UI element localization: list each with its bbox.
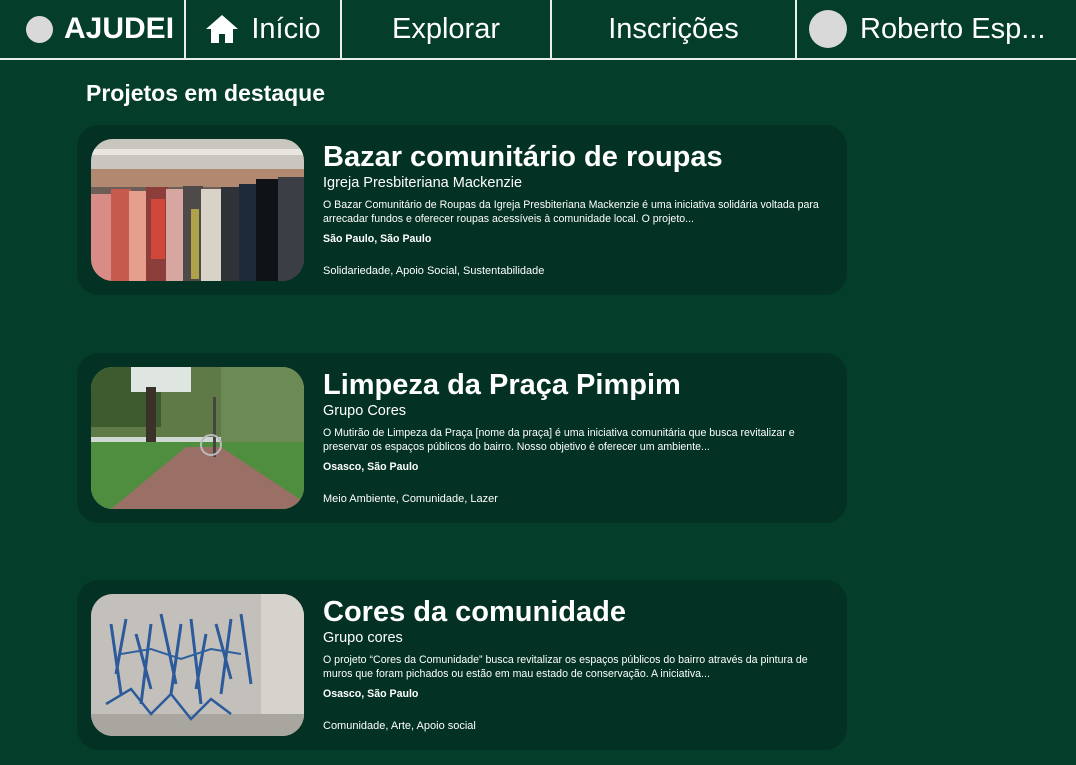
top-navigation: AJUDEI Início Explorar Inscrições Robert…	[0, 0, 1076, 60]
project-image-park	[91, 367, 304, 509]
project-title[interactable]: Bazar comunitário de roupas	[323, 140, 823, 174]
project-card[interactable]: Cores da comunidade Grupo cores O projet…	[77, 580, 847, 750]
home-icon	[206, 15, 239, 43]
project-title[interactable]: Limpeza da Praça Pimpim	[323, 368, 823, 402]
nav-subscriptions[interactable]: Inscrições	[552, 0, 797, 58]
project-info: Bazar comunitário de roupas Igreja Presb…	[323, 140, 823, 277]
project-organization: Grupo Cores	[323, 403, 407, 419]
nav-profile[interactable]: Roberto Esp...	[797, 0, 1076, 58]
project-organization: Grupo cores	[323, 630, 403, 646]
project-info: Limpeza da Praça Pimpim Grupo Cores O Mu…	[323, 368, 823, 505]
nav-explore-label: Explorar	[392, 12, 500, 45]
avatar	[809, 10, 847, 48]
section-title: Projetos em destaque	[86, 80, 326, 106]
nav-home[interactable]: Início	[186, 0, 342, 58]
project-tags: Comunidade, Arte, Apoio social	[323, 720, 476, 732]
brand-logo[interactable]: AJUDEI	[0, 0, 186, 58]
project-info: Cores da comunidade Grupo cores O projet…	[323, 595, 823, 732]
project-image-graffiti-wall	[91, 594, 304, 736]
project-title[interactable]: Cores da comunidade	[323, 595, 823, 629]
logo-circle-icon	[26, 15, 53, 43]
brand-name: AJUDEI	[64, 12, 175, 45]
project-card[interactable]: Limpeza da Praça Pimpim Grupo Cores O Mu…	[77, 353, 847, 523]
project-location: São Paulo, São Paulo	[323, 233, 432, 245]
project-location: Osasco, São Paulo	[323, 688, 419, 700]
project-description: O Bazar Comunitário de Roupas da Igreja …	[323, 199, 819, 225]
project-tags: Solidariedade, Apoio Social, Sustentabil…	[323, 265, 545, 277]
profile-name: Roberto Esp...	[860, 12, 1046, 45]
project-card[interactable]: Bazar comunitário de roupas Igreja Presb…	[77, 125, 847, 295]
project-image-clothes-rack	[91, 139, 304, 281]
nav-home-label: Início	[251, 12, 321, 45]
nav-subscriptions-label: Inscrições	[608, 12, 739, 45]
project-description: O Mutirão de Limpeza da Praça [nome da p…	[323, 427, 795, 453]
project-tags: Meio Ambiente, Comunidade, Lazer	[323, 493, 498, 505]
project-description: O projeto “Cores da Comunidade” busca re…	[323, 654, 808, 680]
nav-explore[interactable]: Explorar	[342, 0, 552, 58]
project-location: Osasco, São Paulo	[323, 461, 419, 473]
project-organization: Igreja Presbiteriana Mackenzie	[323, 175, 523, 191]
